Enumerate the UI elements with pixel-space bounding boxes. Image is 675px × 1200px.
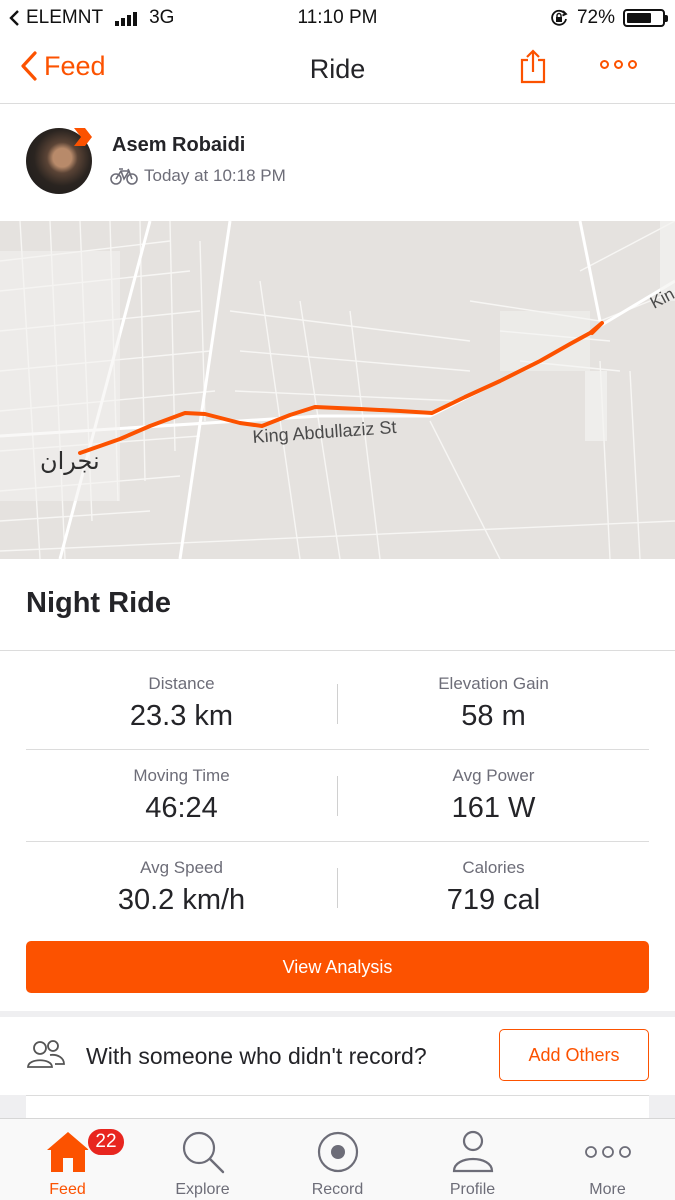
more-horizontal-icon bbox=[600, 60, 609, 69]
stat-label: Avg Power bbox=[452, 766, 535, 785]
status-right-group: 72% bbox=[549, 7, 668, 29]
tab-label: More bbox=[589, 1181, 626, 1198]
more-horizontal-icon bbox=[584, 1146, 631, 1158]
home-icon bbox=[46, 1132, 89, 1172]
stat-moving-time: Moving Time 46:24 bbox=[26, 750, 337, 825]
stat-row: Avg Speed 30.2 km/h Calories 719 cal bbox=[26, 842, 649, 934]
tab-bar: 22 Feed Explore Record Profile More bbox=[0, 1118, 675, 1200]
tab-more[interactable]: More bbox=[540, 1119, 675, 1200]
stat-label: Calories bbox=[462, 858, 525, 877]
route-map[interactable]: نجران King Abdullaziz St Kin bbox=[0, 221, 675, 559]
stat-label: Elevation Gain bbox=[438, 674, 549, 693]
stat-avg-power: Avg Power 161 W bbox=[338, 750, 649, 825]
tab-label: Profile bbox=[449, 1181, 496, 1198]
stat-label: Distance bbox=[148, 674, 215, 693]
stat-label: Avg Speed bbox=[140, 858, 223, 877]
more-options-button[interactable] bbox=[600, 60, 637, 69]
stat-row: Moving Time 46:24 Avg Power 161 W bbox=[26, 750, 649, 842]
notification-badge: 22 bbox=[86, 1127, 126, 1157]
record-icon bbox=[317, 1131, 358, 1173]
tab-record[interactable]: Record bbox=[270, 1119, 405, 1200]
activity-title: Night Ride bbox=[26, 587, 171, 619]
battery-icon bbox=[623, 9, 668, 27]
stat-distance: Distance 23.3 km bbox=[26, 658, 337, 733]
tab-label: Explore bbox=[175, 1181, 230, 1198]
profile-icon bbox=[452, 1130, 493, 1173]
divider bbox=[0, 650, 675, 651]
stat-avg-speed: Avg Speed 30.2 km/h bbox=[26, 842, 337, 917]
share-button[interactable] bbox=[518, 48, 548, 89]
stat-calories: Calories 719 cal bbox=[338, 842, 649, 917]
stat-value: 161 W bbox=[451, 792, 536, 824]
rotation-lock-icon bbox=[551, 9, 568, 26]
stat-value: 30.2 km/h bbox=[117, 884, 246, 916]
stats-grid: Distance 23.3 km Elevation Gain 58 m Mov… bbox=[26, 658, 649, 934]
nav-bar: Feed Ride bbox=[0, 36, 675, 104]
stat-value: 719 cal bbox=[446, 884, 541, 916]
activity-meta: Today at 10:18 PM bbox=[110, 166, 286, 186]
tab-feed[interactable]: 22 Feed bbox=[0, 1119, 135, 1200]
with-others-prompt: With someone who didn't record? bbox=[86, 1043, 427, 1069]
athlete-header: Asem Robaidi Today at 10:18 PM bbox=[0, 104, 675, 220]
athlete-name[interactable]: Asem Robaidi bbox=[112, 134, 245, 157]
view-analysis-button[interactable]: View Analysis bbox=[26, 941, 649, 993]
stat-value: 46:24 bbox=[145, 792, 218, 824]
page-title: Ride bbox=[309, 54, 366, 84]
strava-badge-icon bbox=[74, 128, 92, 146]
battery-fill bbox=[627, 13, 652, 23]
with-others-row: With someone who didn't record? Add Othe… bbox=[0, 1017, 675, 1095]
people-icon bbox=[27, 1040, 65, 1068]
bicycle-icon bbox=[110, 168, 138, 185]
stat-label: Moving Time bbox=[133, 766, 230, 785]
tab-label: Record bbox=[311, 1181, 364, 1198]
add-others-button[interactable]: Add Others bbox=[499, 1029, 649, 1081]
map-canvas: نجران King Abdullaziz St Kin bbox=[0, 221, 675, 559]
tab-label: Feed bbox=[49, 1181, 86, 1198]
map-city-blocks bbox=[0, 221, 675, 501]
stat-value: 58 m bbox=[461, 700, 526, 732]
map-city-label: نجران bbox=[40, 447, 100, 475]
status-bar: ELEMNT 3G 11:10 PM 72% bbox=[0, 0, 675, 36]
stat-row: Distance 23.3 km Elevation Gain 58 m bbox=[26, 658, 649, 750]
battery-percent: 72% bbox=[576, 7, 615, 28]
map-edge-label: Kin bbox=[647, 284, 675, 312]
stat-value: 23.3 km bbox=[129, 700, 234, 732]
stat-elevation-gain: Elevation Gain 58 m bbox=[338, 658, 649, 733]
activity-timestamp: Today at 10:18 PM bbox=[144, 166, 286, 185]
tab-profile[interactable]: Profile bbox=[405, 1119, 540, 1200]
share-icon bbox=[520, 49, 546, 84]
tab-explore[interactable]: Explore bbox=[135, 1119, 270, 1200]
search-icon bbox=[182, 1131, 224, 1174]
